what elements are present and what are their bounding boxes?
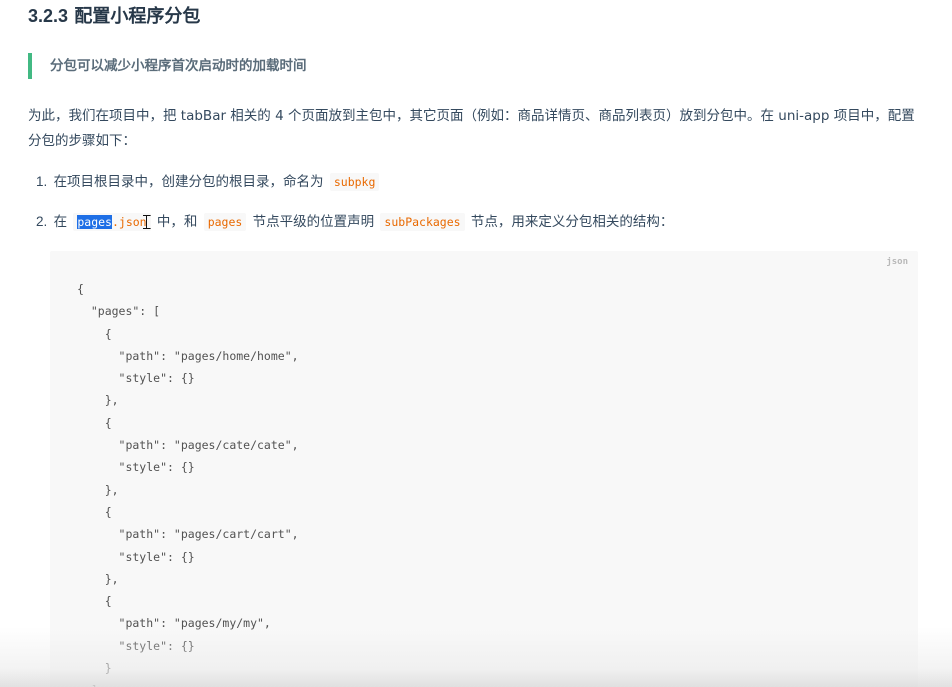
code-line: "path": "pages/cart/cart",: [77, 527, 299, 542]
code-lines[interactable]: { "pages": [ { "path": "pages/home/home"…: [77, 278, 299, 687]
inline-code-pages-json[interactable]: pages.json: [73, 213, 151, 231]
list-item-1: 1. 在项目根目录中，创建分包的根目录，命名为 subpkg: [36, 171, 381, 193]
code-block[interactable]: json { "pages": [ { "path": "pages/home/…: [50, 251, 918, 687]
list-item-text: 在项目根目录中，创建分包的根目录，命名为: [53, 174, 324, 190]
list-item-text: 在: [53, 214, 68, 230]
code-line: "path": "pages/cate/cate",: [77, 438, 299, 453]
list-item-text: 中，和: [156, 214, 198, 230]
code-line: "style": {}: [77, 638, 195, 653]
inline-code-rest: .json: [111, 215, 147, 229]
list-number: 2.: [36, 214, 48, 229]
code-line: {: [77, 594, 112, 609]
code-line: "style": {}: [77, 460, 195, 475]
code-line: },: [77, 482, 119, 497]
section-title: 配置小程序分包: [74, 6, 201, 27]
text-selection[interactable]: pages: [77, 215, 112, 229]
intro-paragraph: 为此，我们在项目中，把 tabBar 相关的 4 个页面放到主包中，其它页面（例…: [28, 108, 915, 149]
inline-code-subpkg: subpkg: [329, 173, 380, 191]
inline-code-subpackages: subPackages: [380, 213, 465, 231]
section-heading: 3.2.3 配置小程序分包: [28, 2, 200, 31]
list-item-2: 2. 在 pages.json 中，和 pages 节点平级的位置声明 subP…: [36, 211, 673, 233]
code-line: "path": "pages/my/my",: [77, 616, 271, 631]
code-line: }: [77, 661, 112, 676]
code-language-label: json: [886, 257, 908, 267]
list-item-text: 节点平级的位置声明: [252, 214, 375, 230]
code-line: {: [77, 282, 84, 296]
code-line: "path": "pages/home/home",: [77, 348, 299, 363]
code-line: {: [77, 504, 112, 519]
code-line: },: [77, 393, 119, 408]
code-line: "style": {}: [77, 371, 195, 386]
code-line: },: [77, 571, 119, 586]
code-line: "style": {}: [77, 549, 195, 564]
list-item-text: 节点，用来定义分包相关的结构：: [470, 214, 674, 230]
inline-code-pages: pages: [203, 213, 247, 231]
document-page: 3.2.3 配置小程序分包 分包可以减少小程序首次启动时的加载时间 为此，我们在…: [0, 0, 952, 687]
tip-callout: 分包可以减少小程序首次启动时的加载时间: [28, 53, 307, 79]
section-number: 3.2.3: [28, 6, 69, 26]
tip-text: 分包可以减少小程序首次启动时的加载时间: [50, 58, 307, 74]
code-line: "pages": [: [77, 304, 161, 319]
code-line: ],: [77, 679, 299, 687]
list-number: 1.: [36, 174, 48, 189]
text-cursor-icon: [143, 215, 151, 229]
code-line: {: [77, 326, 112, 341]
code-line: {: [77, 415, 112, 430]
